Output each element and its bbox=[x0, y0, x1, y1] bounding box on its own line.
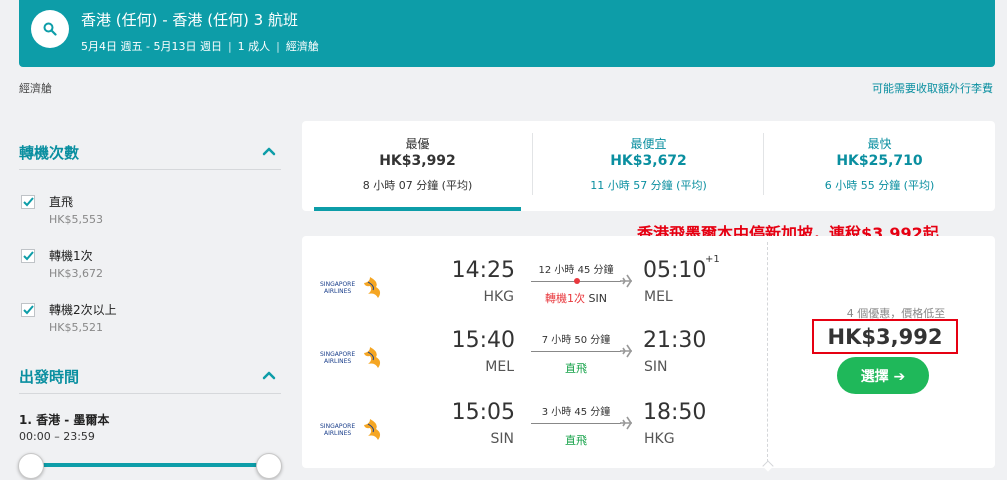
singapore-airlines-logo: SINGAPORE AIRLINES bbox=[320, 347, 381, 368]
separator: | bbox=[276, 40, 280, 53]
divider bbox=[19, 393, 281, 394]
svg-text:SINGAPORE: SINGAPORE bbox=[320, 351, 355, 358]
time-range: 00:00 – 23:59 bbox=[19, 430, 95, 443]
chevron-up-icon[interactable] bbox=[262, 370, 276, 380]
time-slider-track[interactable] bbox=[31, 463, 269, 467]
slider-handle-start[interactable] bbox=[18, 453, 44, 479]
tab-price: HK$3,992 bbox=[379, 153, 456, 169]
tab-fastest[interactable]: 最快 HK$25,710 6 小時 55 分鐘 (平均) bbox=[764, 121, 995, 211]
departure-airport: SIN bbox=[490, 431, 515, 447]
stops-info: 直飛 bbox=[565, 362, 587, 375]
tab-price: HK$25,710 bbox=[836, 153, 923, 169]
option-price: HK$5,521 bbox=[49, 321, 103, 334]
divider bbox=[19, 169, 281, 170]
arrival-time: 18:50 bbox=[643, 400, 707, 425]
flight-duration: 3 小時 45 分鐘 bbox=[541, 407, 611, 418]
tab-duration: 11 小時 57 分鐘 (平均) bbox=[590, 179, 707, 192]
route-label: 1. 香港 - 墨爾本 bbox=[19, 413, 110, 427]
stops-filter-title[interactable]: 轉機次數 bbox=[19, 142, 79, 163]
tab-name: 最便宜 bbox=[630, 137, 667, 151]
svg-text:SINGAPORE: SINGAPORE bbox=[320, 281, 355, 288]
select-button[interactable]: 選擇 ➔ bbox=[837, 357, 929, 394]
flight-leg: SINGAPORE AIRLINES 15:05 SIN 3 小時 45 分鐘 … bbox=[302, 400, 767, 460]
arrival-time: 21:30 bbox=[643, 328, 707, 353]
travel-dates: 5月4日 週五 - 5月13日 週日 bbox=[81, 40, 222, 53]
svg-text:AIRLINES: AIRLINES bbox=[324, 288, 351, 295]
svg-text:AIRLINES: AIRLINES bbox=[324, 430, 351, 437]
passenger-count: 1 成人 bbox=[237, 40, 271, 53]
tab-duration: 6 小時 55 分鐘 (平均) bbox=[824, 179, 935, 192]
option-label: 轉機1次 bbox=[49, 249, 93, 263]
price-highlight-box: HK$3,992 bbox=[812, 319, 958, 354]
singapore-airlines-logo: SINGAPORE AIRLINES bbox=[320, 277, 381, 298]
svg-text:SINGAPORE: SINGAPORE bbox=[320, 423, 355, 430]
search-button[interactable] bbox=[31, 10, 69, 48]
active-tab-indicator bbox=[314, 207, 521, 211]
option-price: HK$3,672 bbox=[49, 267, 103, 280]
checkbox[interactable] bbox=[21, 195, 35, 209]
arrival-time: 05:10 bbox=[643, 258, 707, 283]
next-day-indicator: +1 bbox=[705, 254, 720, 265]
flight-duration: 7 小時 50 分鐘 bbox=[541, 335, 611, 346]
slider-handle-end[interactable] bbox=[256, 453, 282, 479]
card-divider bbox=[767, 242, 768, 462]
tab-cheapest[interactable]: 最便宜 HK$3,672 11 小時 57 分鐘 (平均) bbox=[533, 121, 764, 211]
departure-time-filter-title[interactable]: 出發時間 bbox=[19, 366, 79, 387]
tab-duration: 8 小時 07 分鐘 (平均) bbox=[362, 179, 473, 192]
flight-result-card[interactable]: SINGAPORE AIRLINES 14:25 HKG 12 小時 45 分鐘… bbox=[302, 236, 995, 472]
arrival-airport: HKG bbox=[644, 431, 675, 447]
checkbox[interactable] bbox=[21, 249, 35, 263]
checkbox[interactable] bbox=[21, 303, 35, 317]
search-details: 5月4日 週五 - 5月13日 週日 | 1 成人 | 經濟艙 bbox=[81, 38, 319, 54]
cabin-label: 經濟艙 bbox=[19, 82, 52, 95]
svg-text:AIRLINES: AIRLINES bbox=[324, 358, 351, 365]
route-line bbox=[531, 351, 621, 352]
stops-count: 轉機1次 bbox=[545, 292, 586, 305]
option-label: 直飛 bbox=[49, 195, 74, 209]
search-summary-bar[interactable]: 香港 (任何) - 香港 (任何) 3 航班 5月4日 週五 - 5月13日 週… bbox=[19, 0, 995, 67]
tab-best[interactable]: 最優 HK$3,992 8 小時 07 分鐘 (平均) bbox=[302, 121, 533, 211]
option-label: 轉機2次以上 bbox=[49, 303, 117, 317]
check-icon bbox=[23, 305, 34, 315]
departure-airport: MEL bbox=[485, 359, 514, 375]
departure-time: 14:25 bbox=[451, 258, 515, 283]
arrival-airport: SIN bbox=[644, 359, 668, 375]
plane-icon bbox=[620, 274, 632, 288]
tab-price: HK$3,672 bbox=[610, 153, 687, 169]
baggage-fee-link[interactable]: 可能需要收取額外行李費 bbox=[872, 80, 993, 96]
stops-info: 轉機1次 SIN bbox=[528, 290, 624, 306]
stops-info: 直飛 bbox=[565, 434, 587, 447]
plane-icon bbox=[620, 416, 632, 430]
search-icon bbox=[43, 22, 57, 36]
check-icon bbox=[23, 251, 34, 261]
tab-name: 最快 bbox=[867, 137, 892, 151]
separator: | bbox=[227, 40, 232, 53]
check-icon bbox=[23, 197, 34, 207]
details-caret[interactable] bbox=[762, 460, 774, 472]
departure-airport: HKG bbox=[483, 289, 514, 305]
departure-time: 15:05 bbox=[451, 400, 515, 425]
chevron-up-icon[interactable] bbox=[262, 146, 276, 156]
option-price: HK$5,553 bbox=[49, 213, 103, 226]
arrival-airport: MEL bbox=[644, 289, 673, 305]
flight-leg: SINGAPORE AIRLINES 14:25 HKG 12 小時 45 分鐘… bbox=[302, 254, 767, 318]
search-title: 香港 (任何) - 香港 (任何) 3 航班 bbox=[81, 11, 298, 29]
price: HK$3,992 bbox=[827, 325, 943, 349]
plane-icon bbox=[620, 344, 632, 358]
stopover-airport: SIN bbox=[588, 292, 607, 305]
sort-tabs: 最優 HK$3,992 8 小時 07 分鐘 (平均) 最便宜 HK$3,672… bbox=[302, 121, 995, 211]
tab-name: 最優 bbox=[405, 137, 430, 151]
singapore-airlines-logo: SINGAPORE AIRLINES bbox=[320, 419, 381, 440]
cabin-class: 經濟艙 bbox=[285, 40, 319, 53]
route-line bbox=[531, 423, 621, 424]
departure-time: 15:40 bbox=[451, 328, 515, 353]
flight-duration: 12 小時 45 分鐘 bbox=[538, 265, 614, 276]
stopover-dot bbox=[574, 278, 580, 284]
flight-leg: SINGAPORE AIRLINES 15:40 MEL 7 小時 50 分鐘 … bbox=[302, 328, 767, 388]
